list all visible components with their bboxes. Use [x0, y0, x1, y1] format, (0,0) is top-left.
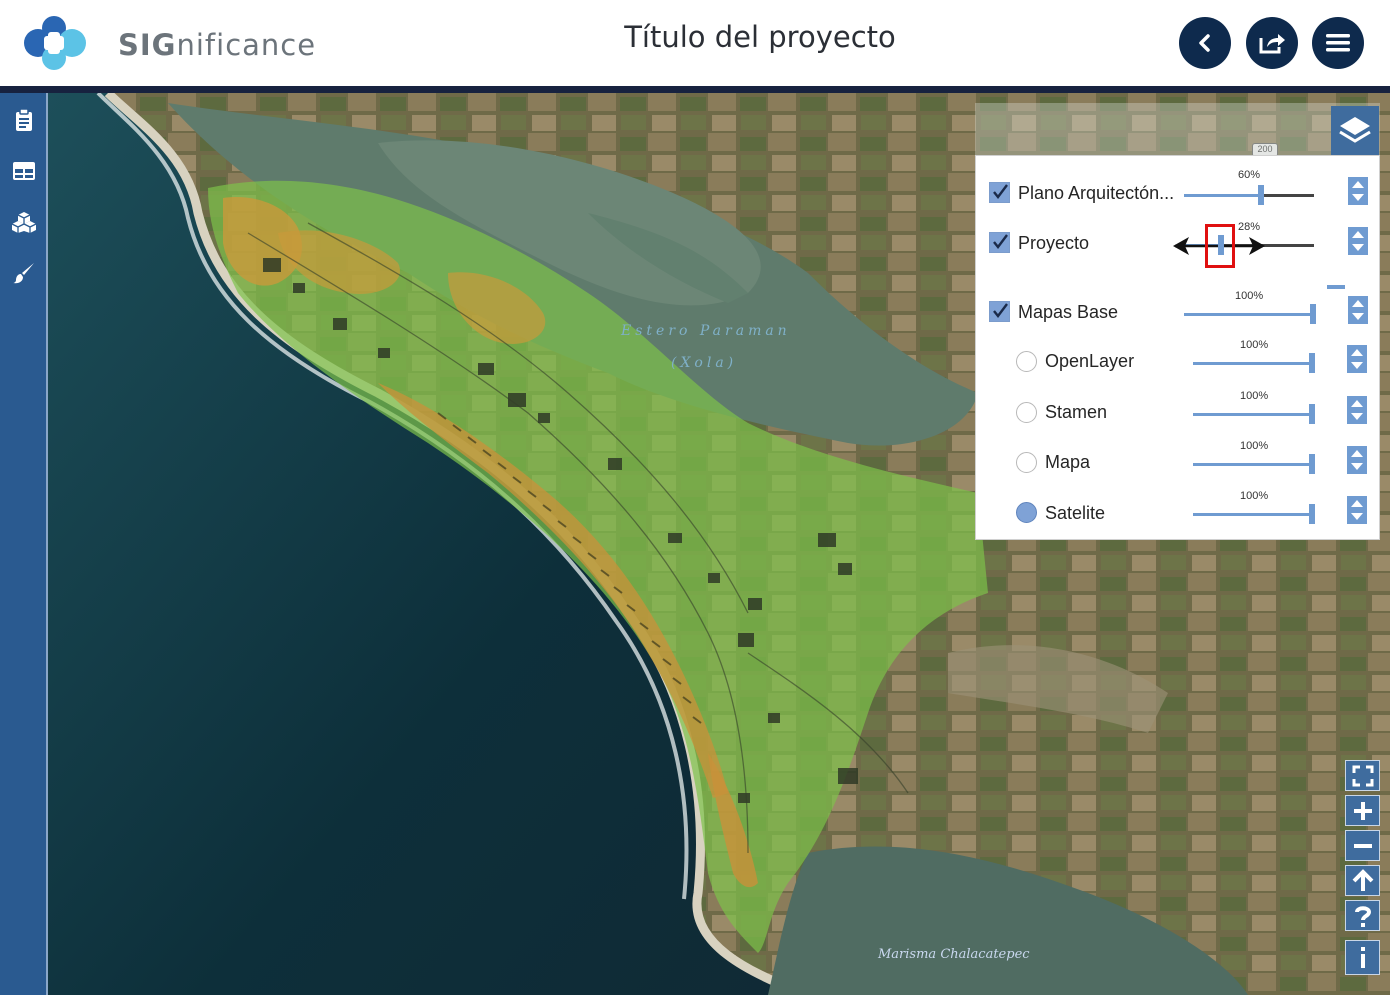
chevron-left-icon: [1199, 34, 1210, 52]
zoom-in-button[interactable]: [1345, 795, 1380, 826]
help-icon: [1354, 905, 1371, 927]
layer-label: Stamen: [1045, 402, 1108, 422]
boxes-icon: [11, 212, 37, 233]
layer-switcher-panel: Plano Arquitectón... 60% Proyecto 28% Ma…: [975, 103, 1380, 540]
opacity-value: 60%: [1238, 169, 1261, 181]
layer-row-plano: Plano Arquitectón... 60%: [976, 169, 1381, 210]
zoom-in-icon: [1353, 801, 1372, 820]
layer-reorder-button[interactable]: [1348, 296, 1368, 324]
basemap-radio-mapa[interactable]: [1016, 452, 1037, 473]
table-tool-button[interactable]: [9, 156, 39, 186]
info-icon: [1360, 946, 1365, 968]
layer-label: Plano Arquitectón...: [1018, 183, 1175, 203]
layer-row-satelite: Satelite 100%: [976, 490, 1381, 529]
layer-checkbox-plano[interactable]: [989, 182, 1010, 203]
brush-icon: [13, 263, 34, 284]
fullscreen-icon: [1352, 765, 1373, 786]
layer-reorder-button[interactable]: [1348, 227, 1368, 255]
opacity-value: 100%: [1240, 339, 1269, 351]
page-title: Título del proyecto: [624, 20, 896, 54]
layer-row-mapa: Mapa 100%: [976, 440, 1381, 479]
clipboard-tool-button[interactable]: [9, 105, 39, 135]
estero-label-line1: Estero Paraman: [621, 323, 791, 339]
help-button[interactable]: [1345, 900, 1380, 931]
layer-label: Proyecto: [1018, 233, 1090, 253]
layer-reorder-button[interactable]: [1347, 446, 1367, 474]
opacity-slider-thumb[interactable]: [1309, 504, 1315, 524]
table-icon: [13, 162, 35, 180]
layer-row-stamen: Stamen 100%: [976, 390, 1381, 429]
layer-label: Mapa: [1045, 452, 1091, 472]
layer-reorder-button[interactable]: [1347, 496, 1367, 524]
zoom-out-icon: [1353, 843, 1372, 848]
layers-boxes-tool-button[interactable]: [9, 207, 39, 237]
clipboard-icon: [16, 108, 32, 131]
style-brush-tool-button[interactable]: [9, 258, 39, 288]
checkmark-icon: [993, 234, 1008, 249]
opacity-slider-track[interactable]: [1184, 313, 1314, 316]
info-button[interactable]: [1345, 940, 1380, 975]
layer-row-proyecto: Proyecto 28%: [976, 221, 1381, 268]
checkmark-icon: [993, 184, 1008, 199]
layer-panel-header: [975, 103, 1380, 155]
highlight-box: [1205, 224, 1235, 268]
marisma-label: Marisma Chalacatepec: [878, 947, 1030, 962]
share-icon: [1259, 34, 1285, 54]
logo-wordmark: SIGnificance: [118, 28, 317, 62]
opacity-slider-track[interactable]: [1193, 413, 1315, 416]
layer-reorder-button[interactable]: [1347, 396, 1367, 424]
menu-button[interactable]: [1312, 17, 1364, 69]
opacity-slider-track[interactable]: [1193, 513, 1315, 516]
layer-list: Plano Arquitectón... 60% Proyecto 28% Ma…: [975, 155, 1380, 540]
layer-checkbox-mapas-base[interactable]: [989, 301, 1010, 322]
opacity-slider-track[interactable]: [1193, 362, 1315, 365]
opacity-value: 100%: [1235, 290, 1264, 302]
basemap-radio-openlayer[interactable]: [1016, 351, 1037, 372]
back-button[interactable]: [1179, 17, 1231, 69]
share-button[interactable]: [1246, 17, 1298, 69]
opacity-slider-thumb[interactable]: [1309, 454, 1315, 474]
basemap-radio-satelite[interactable]: [1016, 502, 1037, 523]
checkmark-icon: [993, 303, 1008, 318]
fullscreen-button[interactable]: [1345, 760, 1380, 791]
estero-label-line2: (Xola): [671, 355, 738, 371]
opacity-value: 100%: [1240, 390, 1269, 402]
layer-row-mapas-base: Mapas Base 100%: [976, 290, 1381, 329]
opacity-slider-track[interactable]: [1184, 194, 1314, 197]
logo-icon: [14, 14, 94, 72]
zoom-out-button[interactable]: [1345, 830, 1380, 861]
collapse-indicator[interactable]: [1327, 285, 1345, 289]
opacity-slider-thumb[interactable]: [1309, 353, 1315, 373]
opacity-slider-track[interactable]: [1193, 463, 1315, 466]
layer-checkbox-proyecto[interactable]: [989, 232, 1010, 253]
layer-label: Satelite: [1045, 503, 1106, 523]
opacity-slider-thumb[interactable]: [1309, 404, 1315, 424]
basemap-radio-stamen[interactable]: [1016, 402, 1037, 423]
north-arrow-icon: [1352, 868, 1373, 891]
layer-row-openlayer: OpenLayer 100%: [976, 339, 1381, 378]
opacity-slider-thumb[interactable]: [1258, 185, 1264, 205]
header-divider: [0, 86, 1390, 93]
layer-label: Mapas Base: [1018, 302, 1119, 322]
hamburger-menu-icon: [1326, 34, 1350, 52]
left-toolbar: [0, 93, 48, 995]
opacity-slider-thumb[interactable]: [1310, 304, 1316, 324]
layer-label: OpenLayer: [1045, 351, 1135, 371]
opacity-value: 100%: [1240, 490, 1269, 502]
app-header: SIGnificance Título del proyecto: [0, 0, 1390, 86]
opacity-value: 100%: [1240, 440, 1269, 452]
layers-toggle-button[interactable]: [1331, 106, 1379, 156]
layers-icon: [1339, 117, 1371, 143]
layer-reorder-button[interactable]: [1348, 177, 1368, 205]
layer-reorder-button[interactable]: [1347, 345, 1367, 373]
reset-north-button[interactable]: [1345, 865, 1380, 896]
